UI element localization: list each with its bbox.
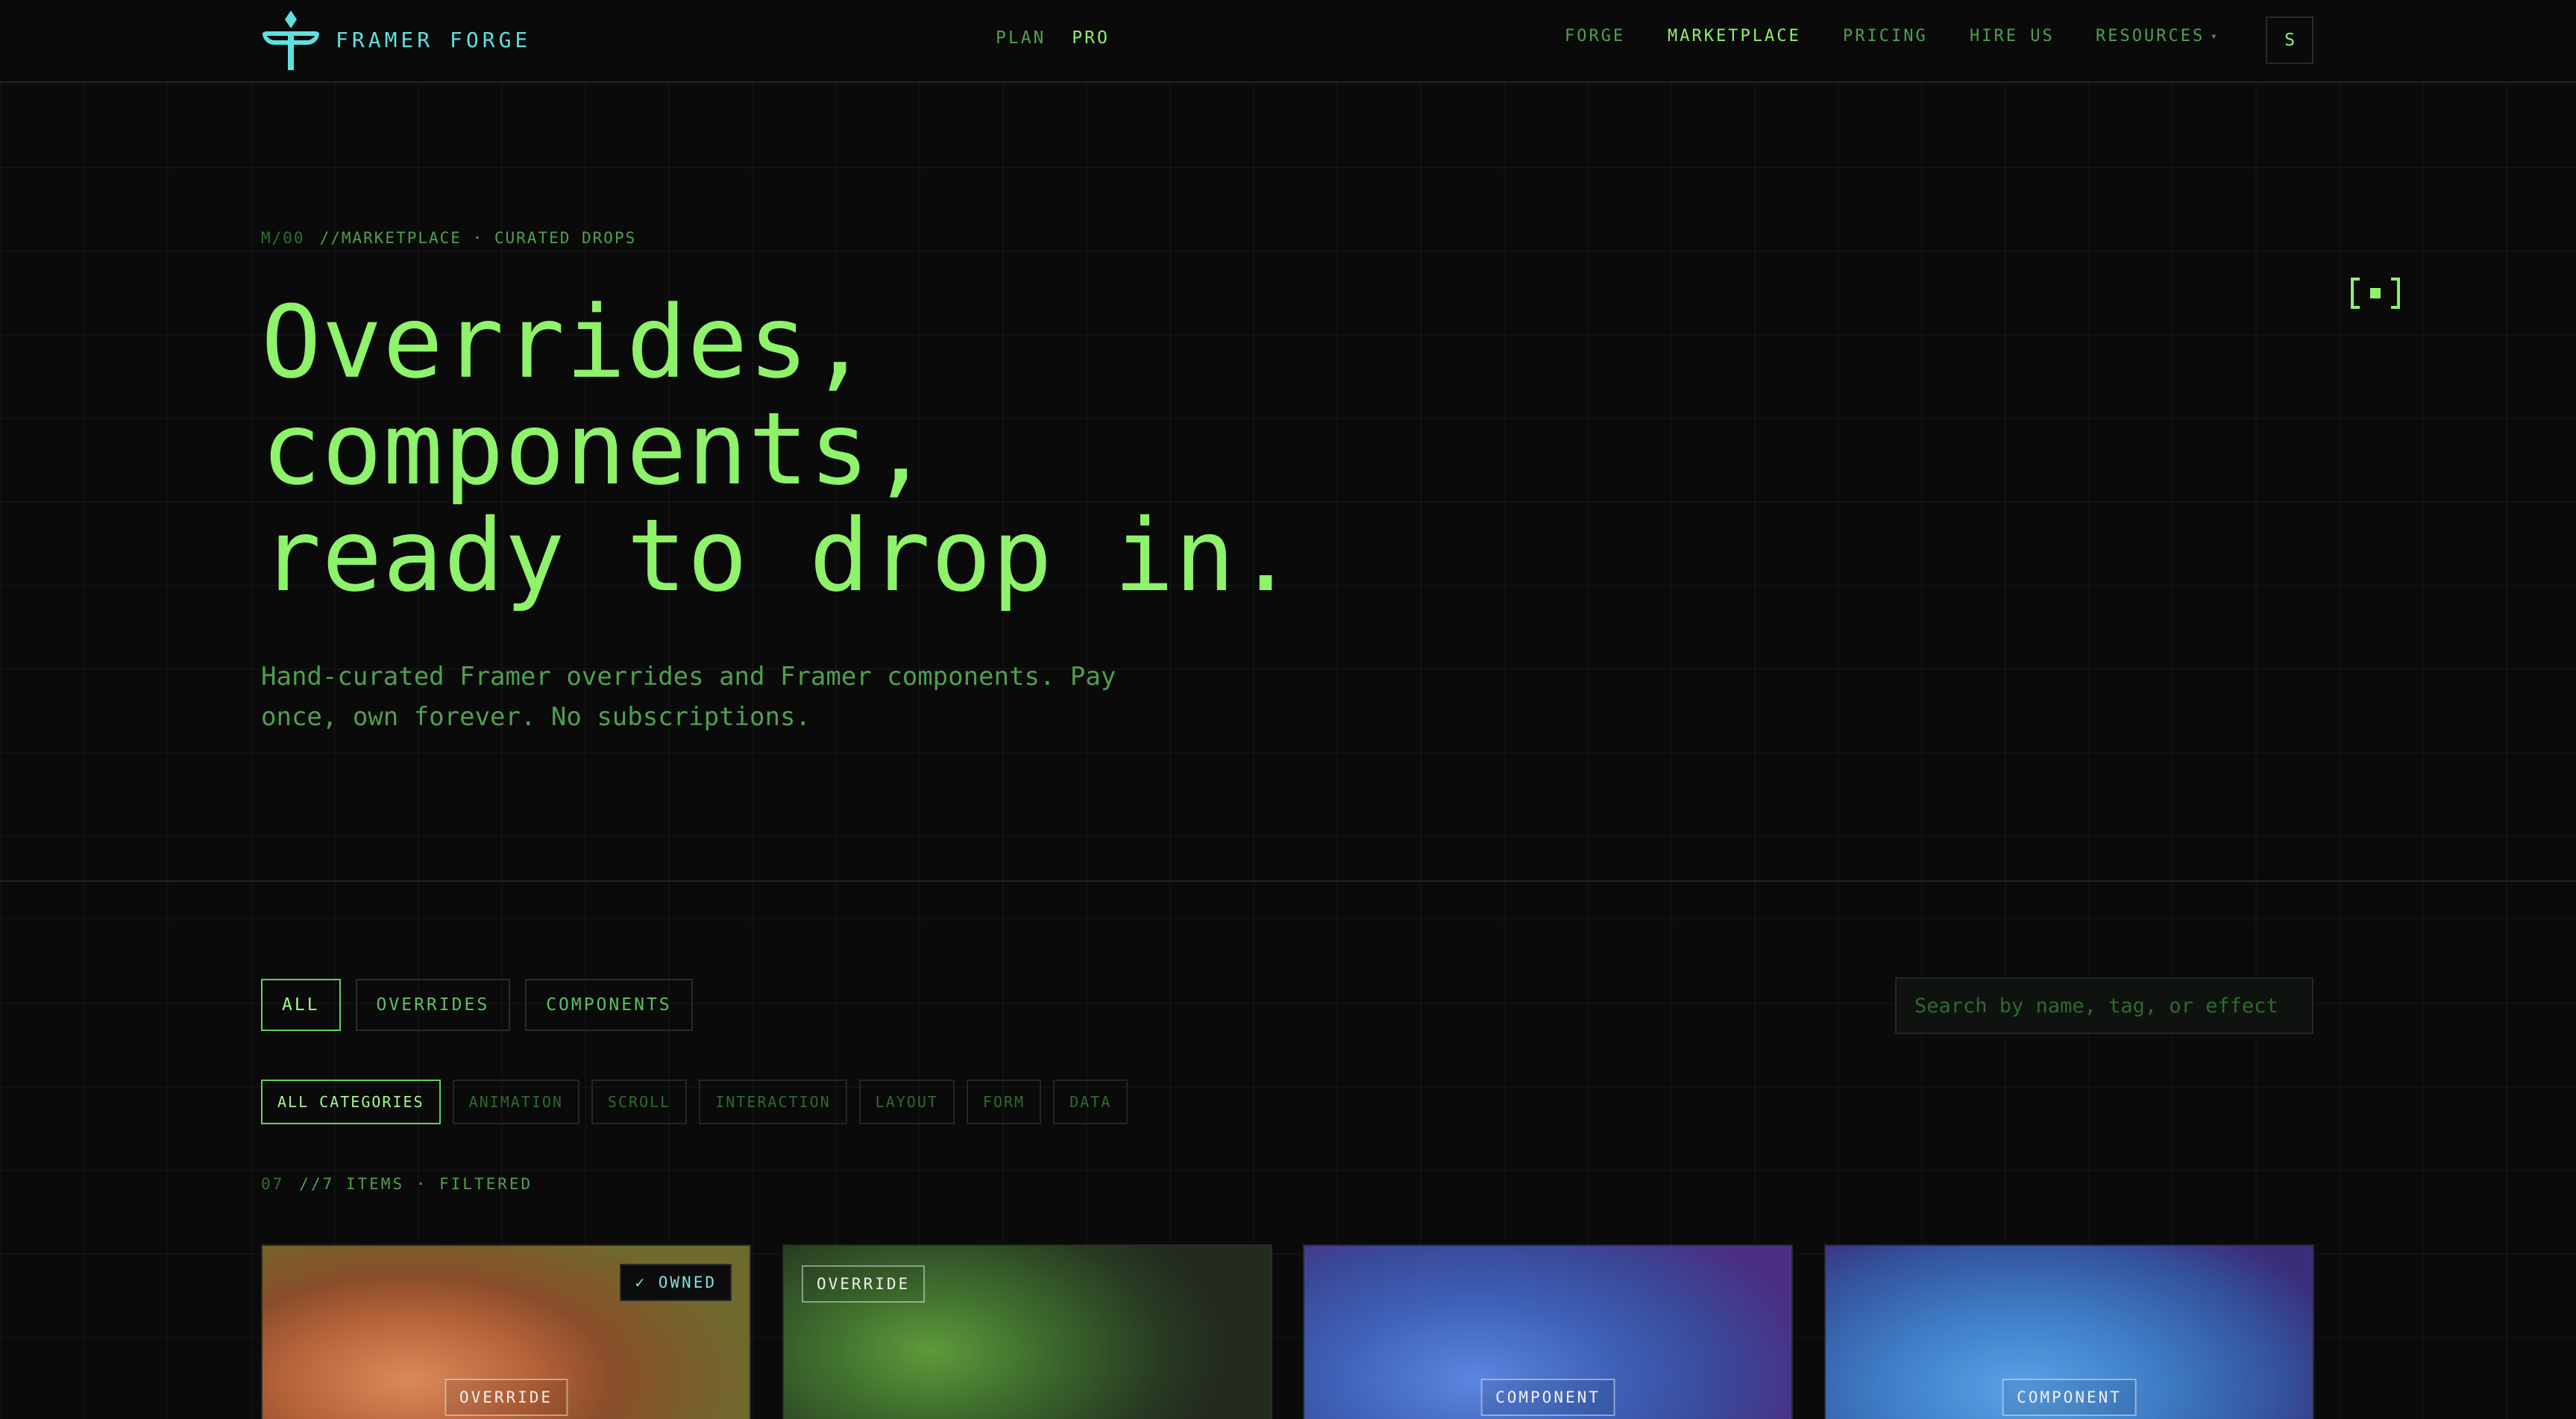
nav-item-hire-us[interactable]: HIRE US [1970, 27, 2055, 46]
chip-interaction[interactable]: INTERACTION [699, 1080, 847, 1124]
product-card[interactable]: COMPONENT [1303, 1244, 1793, 1419]
product-card[interactable]: ✓ OWNED OVERRIDE [261, 1244, 751, 1419]
brand-name: FRAMER FORGE [336, 27, 532, 52]
card-type-tag: OVERRIDE [444, 1379, 568, 1416]
plan-indicator: PLAN PRO [996, 28, 1110, 48]
product-card[interactable]: OVERRIDE [782, 1244, 1272, 1419]
nav-item-marketplace[interactable]: MARKETPLACE [1668, 27, 1801, 46]
card-type-tag: COMPONENT [1480, 1379, 1615, 1416]
card-type-tag: COMPONENT [2002, 1379, 2137, 1416]
nav-item-forge[interactable]: FORGE [1565, 27, 1625, 46]
headline-line-2: components, [261, 391, 932, 507]
results-count-number: 07 [261, 1175, 285, 1193]
hero-eyebrow: M/00 //MARKETPLACE · CURATED DROPS [261, 229, 636, 247]
plan-value: PRO [1072, 28, 1110, 48]
chip-scroll[interactable]: SCROLL [591, 1080, 688, 1124]
brand-logo-link[interactable]: FRAMER FORGE [261, 6, 531, 73]
tab-components[interactable]: COMPONENTS [525, 979, 693, 1031]
chevron-down-icon: ▾ [2211, 31, 2220, 43]
forge-trident-icon [263, 10, 319, 70]
chip-form[interactable]: FORM [966, 1080, 1042, 1124]
search-input[interactable] [1895, 977, 2313, 1034]
results-count-text: //7 ITEMS · FILTERED [299, 1175, 533, 1193]
results-count: 07 //7 ITEMS · FILTERED [261, 1175, 533, 1193]
nav-item-resources-label: RESOURCES [2096, 27, 2205, 46]
card-type-tag: OVERRIDE [802, 1265, 926, 1303]
type-filter-tabs: ALL OVERRIDES COMPONENTS [261, 979, 693, 1031]
tab-all[interactable]: ALL [261, 979, 341, 1031]
section-divider [0, 880, 2576, 882]
owned-badge: ✓ OWNED [620, 1264, 732, 1301]
chip-animation[interactable]: ANIMATION [452, 1080, 579, 1124]
tab-overrides[interactable]: OVERRIDES [355, 979, 511, 1031]
nav-item-resources[interactable]: RESOURCES ▾ [2096, 27, 2220, 46]
bracket-dot-icon [2351, 278, 2400, 309]
headline-line-1: Overrides, [261, 284, 870, 401]
eyebrow-code: M/00 [261, 229, 305, 247]
chip-layout[interactable]: LAYOUT [858, 1080, 955, 1124]
hero-headline: Overrides, components, ready to drop in. [261, 289, 1296, 610]
headline-line-3: ready to drop in. [261, 498, 1297, 614]
nav-item-pricing[interactable]: PRICING [1843, 27, 1928, 46]
category-filter-chips: ALL CATEGORIES ANIMATION SCROLL INTERACT… [261, 1080, 1128, 1124]
user-avatar-button[interactable]: S [2266, 16, 2313, 64]
chip-all-categories[interactable]: ALL CATEGORIES [261, 1080, 441, 1124]
product-card[interactable]: COMPONENT [1824, 1244, 2314, 1419]
eyebrow-text: //MARKETPLACE · CURATED DROPS [319, 229, 637, 247]
plan-label: PLAN [996, 28, 1046, 48]
chip-data[interactable]: DATA [1053, 1080, 1128, 1124]
hero-subcopy: Hand-curated Framer overrides and Framer… [261, 662, 1116, 732]
top-nav-bar: FRAMER FORGE PLAN PRO FORGE MARKETPLACE … [0, 0, 2576, 83]
